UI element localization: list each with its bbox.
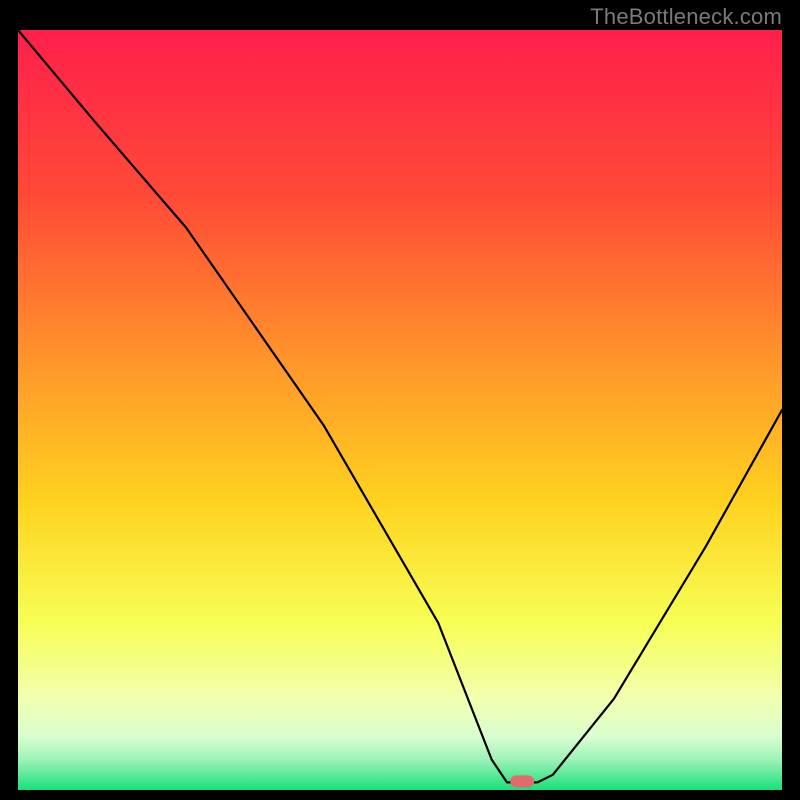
optimal-point-marker [510, 775, 534, 787]
gradient-background [18, 30, 782, 790]
watermark-label: TheBottleneck.com [590, 4, 782, 30]
chart-svg [18, 30, 782, 790]
chart-frame [18, 30, 782, 790]
